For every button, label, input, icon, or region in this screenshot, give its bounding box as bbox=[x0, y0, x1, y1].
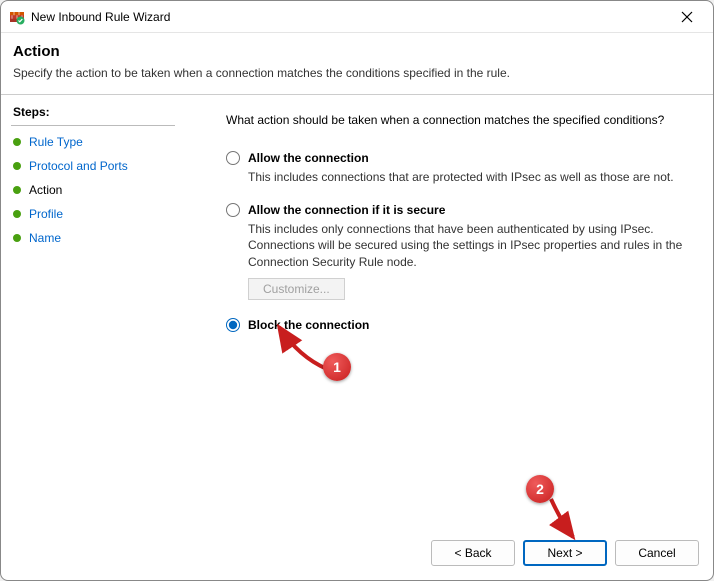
radio-allow-secure-row[interactable]: Allow the connection if it is secure bbox=[226, 203, 689, 217]
radio-allow-label: Allow the connection bbox=[248, 151, 369, 165]
steps-panel: Steps: Rule Type Protocol and Ports Acti… bbox=[1, 95, 186, 530]
footer: < Back Next > Cancel bbox=[1, 530, 713, 580]
bullet-icon bbox=[13, 234, 21, 242]
customize-button: Customize... bbox=[248, 278, 345, 300]
bullet-icon bbox=[13, 186, 21, 194]
close-button[interactable] bbox=[669, 3, 705, 31]
option-block: Block the connection bbox=[226, 318, 689, 332]
bullet-icon bbox=[13, 162, 21, 170]
step-name[interactable]: Name bbox=[11, 226, 175, 250]
step-label: Rule Type bbox=[29, 135, 83, 149]
radio-allow[interactable] bbox=[226, 151, 240, 165]
step-action[interactable]: Action bbox=[11, 178, 175, 202]
step-label: Action bbox=[29, 183, 62, 197]
wizard-window: New Inbound Rule Wizard Action Specify t… bbox=[0, 0, 714, 581]
firewall-icon bbox=[9, 9, 25, 25]
radio-allow-secure[interactable] bbox=[226, 203, 240, 217]
cancel-button[interactable]: Cancel bbox=[615, 540, 699, 566]
wizard-header: Action Specify the action to be taken wh… bbox=[1, 33, 713, 94]
content-panel: What action should be taken when a conne… bbox=[186, 95, 713, 530]
step-label: Protocol and Ports bbox=[29, 159, 128, 173]
radio-allow-row[interactable]: Allow the connection bbox=[226, 151, 689, 165]
next-button[interactable]: Next > bbox=[523, 540, 607, 566]
titlebar: New Inbound Rule Wizard bbox=[1, 1, 713, 33]
radio-block-row[interactable]: Block the connection bbox=[226, 318, 689, 332]
close-icon bbox=[681, 11, 693, 23]
radio-allow-secure-label: Allow the connection if it is secure bbox=[248, 203, 445, 217]
radio-block-label: Block the connection bbox=[248, 318, 369, 332]
bullet-icon bbox=[13, 138, 21, 146]
option-allow: Allow the connection This includes conne… bbox=[226, 151, 689, 185]
step-label: Name bbox=[29, 231, 61, 245]
step-profile[interactable]: Profile bbox=[11, 202, 175, 226]
option-allow-secure: Allow the connection if it is secure Thi… bbox=[226, 203, 689, 300]
steps-label: Steps: bbox=[11, 101, 175, 126]
step-rule-type[interactable]: Rule Type bbox=[11, 130, 175, 154]
page-subtitle: Specify the action to be taken when a co… bbox=[13, 66, 701, 80]
radio-allow-secure-desc: This includes only connections that have… bbox=[248, 221, 689, 270]
back-button[interactable]: < Back bbox=[431, 540, 515, 566]
step-label: Profile bbox=[29, 207, 63, 221]
radio-block[interactable] bbox=[226, 318, 240, 332]
page-title: Action bbox=[13, 43, 701, 60]
radio-allow-desc: This includes connections that are prote… bbox=[248, 169, 689, 185]
bullet-icon bbox=[13, 210, 21, 218]
window-title: New Inbound Rule Wizard bbox=[31, 10, 669, 24]
question-text: What action should be taken when a conne… bbox=[226, 113, 689, 127]
step-protocol-ports[interactable]: Protocol and Ports bbox=[11, 154, 175, 178]
